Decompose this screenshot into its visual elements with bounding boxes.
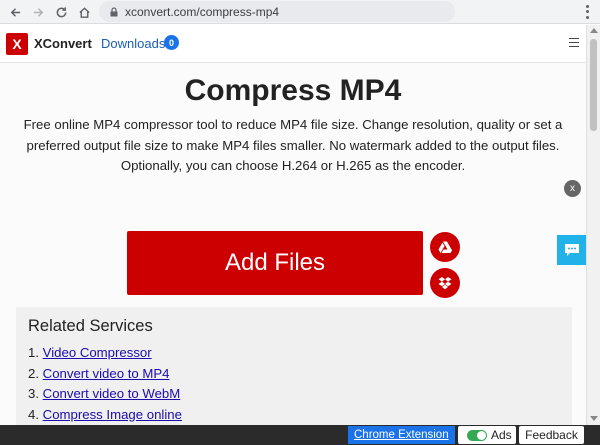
home-button[interactable]: [75, 3, 93, 21]
google-drive-button[interactable]: [430, 232, 460, 262]
close-ad-button[interactable]: x: [564, 180, 581, 197]
related-link-convert-to-webm[interactable]: Convert video to WebM: [43, 386, 181, 401]
list-number: 4.: [28, 406, 39, 422]
site-header: X XConvert Downloads 0: [0, 25, 586, 63]
related-link-video-compressor[interactable]: Video Compressor: [43, 345, 152, 360]
url-text: xconvert.com/compress-mp4: [125, 4, 280, 19]
google-drive-icon: [438, 241, 452, 253]
chat-icon: [564, 244, 579, 256]
related-link-convert-to-mp4[interactable]: Convert video to MP4: [43, 366, 170, 381]
related-services-list: 1. Video Compressor 2. Convert video to …: [28, 343, 182, 425]
list-number: 1.: [28, 345, 39, 360]
list-item: 3. Convert video to WebM: [28, 384, 182, 405]
downloads-link[interactable]: Downloads: [101, 36, 165, 51]
dropbox-icon: [438, 277, 452, 290]
brand-name[interactable]: XConvert: [34, 36, 92, 51]
related-services-title: Related Services: [28, 317, 153, 335]
ads-toggle[interactable]: Ads: [458, 426, 516, 444]
scroll-thumb[interactable]: [590, 39, 597, 131]
vertical-scrollbar[interactable]: [586, 25, 600, 425]
address-bar[interactable]: xconvert.com/compress-mp4: [99, 1, 455, 22]
forward-button[interactable]: [29, 3, 47, 21]
chat-widget-button[interactable]: [557, 235, 586, 265]
related-link-compress-image[interactable]: Compress Image online: [43, 407, 182, 422]
ads-label: Ads: [491, 428, 512, 442]
reload-icon: [56, 6, 66, 17]
xconvert-logo[interactable]: X: [6, 33, 28, 55]
scroll-up-arrow-icon[interactable]: [590, 28, 598, 33]
page-description: Free online MP4 compressor tool to reduc…: [23, 117, 563, 173]
reload-button[interactable]: [52, 3, 70, 21]
feedback-button[interactable]: Feedback: [519, 426, 584, 444]
toggle-switch-icon[interactable]: [467, 429, 487, 441]
browser-toolbar: xconvert.com/compress-mp4: [0, 0, 600, 24]
arrow-right-icon: [33, 7, 43, 17]
footer-bar: Chrome Extension Ads Feedback: [0, 425, 600, 445]
add-files-button[interactable]: Add Files: [127, 231, 423, 295]
chrome-extension-button[interactable]: Chrome Extension: [348, 426, 455, 444]
related-services-box: Related Services 1. Video Compressor 2. …: [16, 307, 572, 425]
list-number: 3.: [28, 386, 39, 401]
browser-menu-icon[interactable]: [584, 4, 590, 20]
list-item: 2. Convert video to MP4: [28, 364, 182, 385]
dropbox-button[interactable]: [430, 268, 460, 298]
page-title: Compress MP4: [184, 74, 402, 107]
back-button[interactable]: [6, 3, 24, 21]
hamburger-icon[interactable]: [569, 38, 579, 47]
arrow-left-icon: [10, 7, 20, 17]
home-icon: [78, 6, 90, 18]
list-item: 1. Video Compressor: [28, 343, 182, 364]
main-content: Compress MP4 Free online MP4 compressor …: [0, 63, 586, 425]
list-item: 4. Compress Image online: [28, 405, 182, 426]
downloads-count-badge[interactable]: 0: [164, 35, 179, 50]
scroll-down-arrow-icon[interactable]: [590, 416, 598, 421]
lock-icon: [110, 6, 118, 16]
list-number: 2.: [28, 365, 39, 381]
